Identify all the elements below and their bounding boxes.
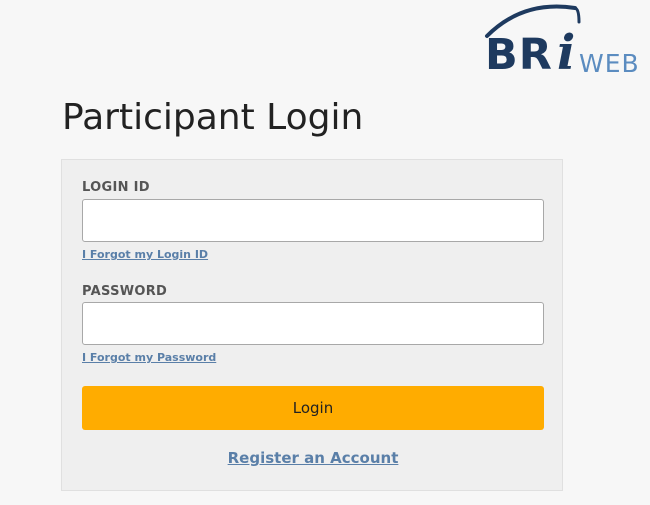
register-account-link[interactable]: Register an Account [62, 449, 564, 467]
logo-text-i: i [557, 25, 576, 81]
password-input[interactable] [82, 302, 544, 345]
page-title: Participant Login [62, 97, 364, 138]
password-label: PASSWORD [82, 284, 168, 299]
forgot-password-link[interactable]: I Forgot my Password [82, 351, 216, 364]
login-id-label: LOGIN ID [82, 180, 150, 195]
briweb-logo: BR i WEB [483, 2, 648, 78]
login-id-input[interactable] [82, 199, 544, 242]
forgot-login-id-link[interactable]: I Forgot my Login ID [82, 248, 208, 261]
logo-text-bri: BR [485, 30, 553, 80]
login-button[interactable]: Login [82, 386, 544, 430]
logo-text-web: WEB [579, 49, 640, 78]
login-form-panel: LOGIN ID I Forgot my Login ID PASSWORD I… [61, 159, 563, 491]
